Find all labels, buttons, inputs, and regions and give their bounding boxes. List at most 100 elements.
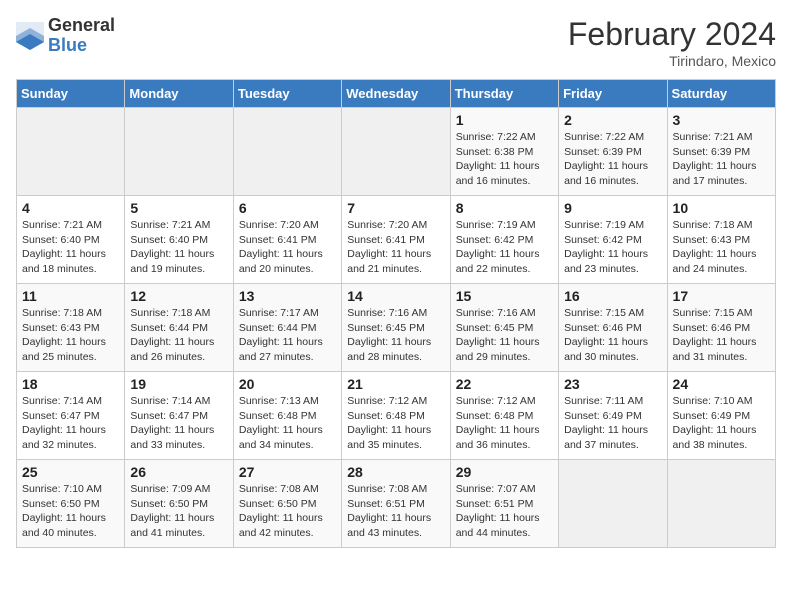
- day-number: 1: [456, 112, 553, 128]
- calendar-cell: 26 Sunrise: 7:09 AM Sunset: 6:50 PM Dayli…: [125, 460, 233, 548]
- day-info: Sunrise: 7:18 AM Sunset: 6:43 PM Dayligh…: [22, 306, 119, 365]
- day-info: Sunrise: 7:08 AM Sunset: 6:50 PM Dayligh…: [239, 482, 336, 541]
- day-info: Sunrise: 7:22 AM Sunset: 6:38 PM Dayligh…: [456, 130, 553, 189]
- day-info: Sunrise: 7:10 AM Sunset: 6:50 PM Dayligh…: [22, 482, 119, 541]
- week-row-1: 4 Sunrise: 7:21 AM Sunset: 6:40 PM Daylig…: [17, 196, 776, 284]
- day-info: Sunrise: 7:18 AM Sunset: 6:44 PM Dayligh…: [130, 306, 227, 365]
- calendar-cell: [125, 108, 233, 196]
- day-header-thursday: Thursday: [450, 80, 558, 108]
- calendar-cell: 17 Sunrise: 7:15 AM Sunset: 6:46 PM Dayli…: [667, 284, 775, 372]
- logo: General Blue: [16, 16, 115, 56]
- day-number: 20: [239, 376, 336, 392]
- calendar-cell: 22 Sunrise: 7:12 AM Sunset: 6:48 PM Dayli…: [450, 372, 558, 460]
- main-title: February 2024: [568, 16, 776, 53]
- logo-general: General: [48, 16, 115, 36]
- day-info: Sunrise: 7:15 AM Sunset: 6:46 PM Dayligh…: [564, 306, 661, 365]
- calendar-cell: 24 Sunrise: 7:10 AM Sunset: 6:49 PM Dayli…: [667, 372, 775, 460]
- day-number: 24: [673, 376, 770, 392]
- day-number: 17: [673, 288, 770, 304]
- calendar-cell: 1 Sunrise: 7:22 AM Sunset: 6:38 PM Daylig…: [450, 108, 558, 196]
- calendar-cell: [342, 108, 450, 196]
- title-block: February 2024 Tirindaro, Mexico: [568, 16, 776, 69]
- day-number: 12: [130, 288, 227, 304]
- calendar-cell: 7 Sunrise: 7:20 AM Sunset: 6:41 PM Daylig…: [342, 196, 450, 284]
- day-number: 11: [22, 288, 119, 304]
- calendar-cell: [233, 108, 341, 196]
- day-number: 29: [456, 464, 553, 480]
- calendar-cell: 15 Sunrise: 7:16 AM Sunset: 6:45 PM Dayli…: [450, 284, 558, 372]
- day-info: Sunrise: 7:14 AM Sunset: 6:47 PM Dayligh…: [130, 394, 227, 453]
- day-header-saturday: Saturday: [667, 80, 775, 108]
- week-row-4: 25 Sunrise: 7:10 AM Sunset: 6:50 PM Dayli…: [17, 460, 776, 548]
- week-row-2: 11 Sunrise: 7:18 AM Sunset: 6:43 PM Dayli…: [17, 284, 776, 372]
- calendar-cell: 8 Sunrise: 7:19 AM Sunset: 6:42 PM Daylig…: [450, 196, 558, 284]
- day-number: 14: [347, 288, 444, 304]
- day-info: Sunrise: 7:22 AM Sunset: 6:39 PM Dayligh…: [564, 130, 661, 189]
- calendar-cell: 21 Sunrise: 7:12 AM Sunset: 6:48 PM Dayli…: [342, 372, 450, 460]
- day-number: 8: [456, 200, 553, 216]
- logo-icon: [16, 22, 44, 50]
- day-header-tuesday: Tuesday: [233, 80, 341, 108]
- calendar-cell: 16 Sunrise: 7:15 AM Sunset: 6:46 PM Dayli…: [559, 284, 667, 372]
- calendar-cell: 12 Sunrise: 7:18 AM Sunset: 6:44 PM Dayli…: [125, 284, 233, 372]
- calendar-cell: 29Sunrise: 7:07 AM Sunset: 6:51 PM Dayli…: [450, 460, 558, 548]
- calendar-cell: 14Sunrise: 7:16 AM Sunset: 6:45 PM Dayli…: [342, 284, 450, 372]
- calendar-cell: 19 Sunrise: 7:14 AM Sunset: 6:47 PM Dayli…: [125, 372, 233, 460]
- day-header-wednesday: Wednesday: [342, 80, 450, 108]
- day-number: 7: [347, 200, 444, 216]
- calendar-cell: 23 Sunrise: 7:11 AM Sunset: 6:49 PM Dayli…: [559, 372, 667, 460]
- day-info: Sunrise: 7:21 AM Sunset: 6:40 PM Dayligh…: [130, 218, 227, 277]
- day-info: Sunrise: 7:20 AM Sunset: 6:41 PM Dayligh…: [347, 218, 444, 277]
- calendar-cell: 27 Sunrise: 7:08 AM Sunset: 6:50 PM Dayli…: [233, 460, 341, 548]
- day-number: 19: [130, 376, 227, 392]
- day-number: 13: [239, 288, 336, 304]
- calendar-cell: 5 Sunrise: 7:21 AM Sunset: 6:40 PM Daylig…: [125, 196, 233, 284]
- day-number: 15: [456, 288, 553, 304]
- subtitle: Tirindaro, Mexico: [568, 53, 776, 69]
- day-header-sunday: Sunday: [17, 80, 125, 108]
- day-info: Sunrise: 7:21 AM Sunset: 6:40 PM Dayligh…: [22, 218, 119, 277]
- day-number: 18: [22, 376, 119, 392]
- day-number: 4: [22, 200, 119, 216]
- day-number: 2: [564, 112, 661, 128]
- day-info: Sunrise: 7:18 AM Sunset: 6:43 PM Dayligh…: [673, 218, 770, 277]
- day-info: Sunrise: 7:08 AM Sunset: 6:51 PM Dayligh…: [347, 482, 444, 541]
- day-info: Sunrise: 7:12 AM Sunset: 6:48 PM Dayligh…: [456, 394, 553, 453]
- calendar-table: SundayMondayTuesdayWednesdayThursdayFrid…: [16, 79, 776, 548]
- day-number: 5: [130, 200, 227, 216]
- calendar-cell: 13 Sunrise: 7:17 AM Sunset: 6:44 PM Dayli…: [233, 284, 341, 372]
- day-info: Sunrise: 7:16 AM Sunset: 6:45 PM Dayligh…: [456, 306, 553, 365]
- day-info: Sunrise: 7:20 AM Sunset: 6:41 PM Dayligh…: [239, 218, 336, 277]
- day-info: Sunrise: 7:09 AM Sunset: 6:50 PM Dayligh…: [130, 482, 227, 541]
- day-number: 3: [673, 112, 770, 128]
- day-info: Sunrise: 7:12 AM Sunset: 6:48 PM Dayligh…: [347, 394, 444, 453]
- day-info: Sunrise: 7:19 AM Sunset: 6:42 PM Dayligh…: [456, 218, 553, 277]
- day-info: Sunrise: 7:17 AM Sunset: 6:44 PM Dayligh…: [239, 306, 336, 365]
- logo-text: General Blue: [48, 16, 115, 56]
- day-number: 6: [239, 200, 336, 216]
- calendar-cell: 2 Sunrise: 7:22 AM Sunset: 6:39 PM Daylig…: [559, 108, 667, 196]
- day-info: Sunrise: 7:10 AM Sunset: 6:49 PM Dayligh…: [673, 394, 770, 453]
- day-header-monday: Monday: [125, 80, 233, 108]
- calendar-cell: 3 Sunrise: 7:21 AM Sunset: 6:39 PM Daylig…: [667, 108, 775, 196]
- day-number: 16: [564, 288, 661, 304]
- page-header: General Blue February 2024 Tirindaro, Me…: [16, 16, 776, 69]
- calendar-cell: [17, 108, 125, 196]
- day-number: 26: [130, 464, 227, 480]
- day-info: Sunrise: 7:15 AM Sunset: 6:46 PM Dayligh…: [673, 306, 770, 365]
- day-number: 22: [456, 376, 553, 392]
- day-number: 25: [22, 464, 119, 480]
- day-number: 28: [347, 464, 444, 480]
- logo-blue: Blue: [48, 36, 115, 56]
- day-info: Sunrise: 7:13 AM Sunset: 6:48 PM Dayligh…: [239, 394, 336, 453]
- day-info: Sunrise: 7:21 AM Sunset: 6:39 PM Dayligh…: [673, 130, 770, 189]
- calendar-cell: 18Sunrise: 7:14 AM Sunset: 6:47 PM Dayli…: [17, 372, 125, 460]
- calendar-cell: 28 Sunrise: 7:08 AM Sunset: 6:51 PM Dayli…: [342, 460, 450, 548]
- calendar-cell: 9Sunrise: 7:19 AM Sunset: 6:42 PM Daylig…: [559, 196, 667, 284]
- day-number: 21: [347, 376, 444, 392]
- day-number: 27: [239, 464, 336, 480]
- calendar-cell: [559, 460, 667, 548]
- calendar-cell: 4 Sunrise: 7:21 AM Sunset: 6:40 PM Daylig…: [17, 196, 125, 284]
- day-info: Sunrise: 7:11 AM Sunset: 6:49 PM Dayligh…: [564, 394, 661, 453]
- day-number: 23: [564, 376, 661, 392]
